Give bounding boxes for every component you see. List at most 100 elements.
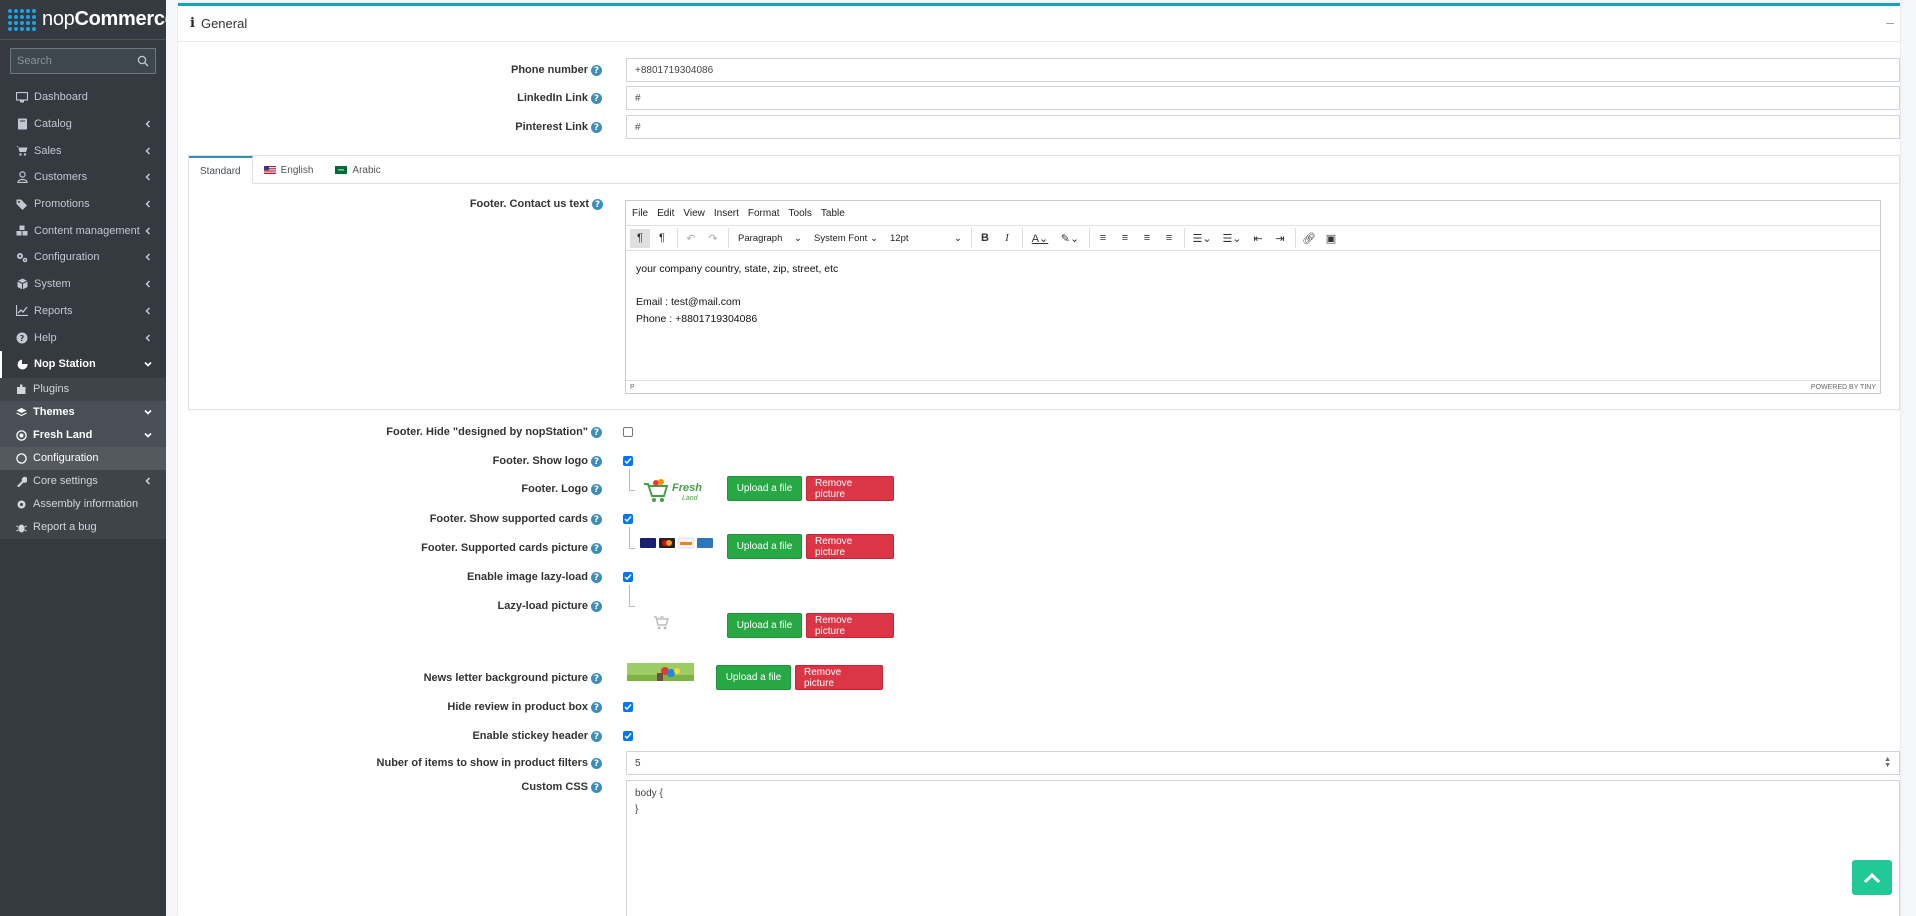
- sidebar-item-sales[interactable]: Sales: [0, 137, 166, 164]
- menu-table[interactable]: Table: [821, 208, 845, 219]
- sidebar-item-report-a-bug[interactable]: Report a bug: [0, 516, 166, 539]
- align-left-icon[interactable]: ≡: [1093, 229, 1113, 248]
- help-icon[interactable]: ?: [592, 199, 603, 211]
- help-icon[interactable]: ?: [591, 758, 602, 770]
- sidebar-item-help[interactable]: ? Help: [0, 324, 166, 351]
- powered-by-tiny[interactable]: POWERED BY TINY: [1811, 384, 1876, 391]
- lazy-load-checkbox[interactable]: [623, 572, 633, 582]
- show-logo-checkbox[interactable]: [623, 456, 633, 466]
- help-icon[interactable]: ?: [591, 122, 602, 134]
- filter-items-input[interactable]: 5 ▲ ▼: [626, 751, 1900, 775]
- hide-designed-label: Footer. Hide "designed by nopStation"?: [178, 426, 606, 439]
- bold-icon[interactable]: B: [975, 229, 995, 248]
- help-icon[interactable]: ?: [591, 456, 602, 468]
- redo-icon[interactable]: ↷: [703, 229, 723, 248]
- font-size-select[interactable]: 12pt ⌄: [884, 229, 968, 248]
- rtl-icon[interactable]: ¶: [652, 229, 672, 248]
- upload-newsletter-button[interactable]: Upload a file: [716, 665, 791, 690]
- custom-css-textarea[interactable]: body { }: [626, 780, 1900, 916]
- tab-arabic[interactable]: Arabic: [324, 156, 391, 184]
- tab-english[interactable]: English: [253, 156, 325, 184]
- number-spinner-icon[interactable]: ▲ ▼: [1884, 756, 1891, 769]
- sidebar-item-fresh-land[interactable]: Fresh Land: [0, 423, 166, 447]
- cards-picture-row: Footer. Supported cards picture?: [178, 541, 606, 555]
- upload-cards-button[interactable]: Upload a file: [727, 534, 802, 559]
- sidebar-item-core-settings[interactable]: Core settings: [0, 470, 166, 493]
- help-icon[interactable]: ?: [591, 427, 602, 439]
- help-icon[interactable]: ?: [591, 65, 602, 77]
- block-format-select[interactable]: Paragraph ⌄: [732, 229, 808, 248]
- phone-number-input[interactable]: +8801719304086: [626, 58, 1900, 82]
- ltr-icon[interactable]: ¶: [630, 228, 650, 248]
- remove-lazy-button[interactable]: Remove picture: [806, 613, 894, 638]
- indent-icon[interactable]: ⇥: [1270, 229, 1290, 248]
- outdent-icon[interactable]: ⇤: [1248, 229, 1268, 248]
- element-path[interactable]: P: [630, 384, 635, 391]
- highlight-color-icon[interactable]: ✎⌄: [1056, 229, 1084, 248]
- help-icon[interactable]: ?: [591, 484, 602, 496]
- sidebar-item-catalog[interactable]: Catalog: [0, 111, 166, 138]
- align-right-icon[interactable]: ≡: [1137, 229, 1157, 248]
- linkedin-input[interactable]: #: [626, 86, 1900, 110]
- text-color-icon[interactable]: A⌄: [1026, 229, 1054, 248]
- sidebar-item-reports[interactable]: Reports: [0, 298, 166, 325]
- help-icon[interactable]: ?: [591, 93, 602, 105]
- rich-text-editor[interactable]: File Edit View Insert Format Tools Table…: [625, 200, 1881, 394]
- editor-content[interactable]: your company country, state, zip, street…: [626, 251, 1880, 377]
- help-icon[interactable]: ?: [591, 731, 602, 743]
- help-icon[interactable]: ?: [591, 782, 602, 794]
- sidebar-item-nop-station[interactable]: Nop Station: [0, 350, 166, 378]
- remove-cards-button[interactable]: Remove picture: [806, 534, 894, 559]
- lazy-picture-label: Lazy-load picture?: [178, 600, 606, 613]
- sidebar-item-plugins[interactable]: Plugins: [0, 378, 166, 401]
- menu-tools[interactable]: Tools: [789, 208, 812, 219]
- show-cards-checkbox[interactable]: [623, 514, 633, 524]
- help-icon[interactable]: ?: [591, 572, 602, 584]
- monitor-icon: [16, 91, 28, 103]
- sidebar-item-system[interactable]: System: [0, 271, 166, 298]
- hide-review-checkbox[interactable]: [623, 702, 633, 712]
- font-family-select[interactable]: System Font ⌄: [808, 229, 884, 248]
- help-icon[interactable]: ?: [591, 601, 602, 613]
- scroll-to-top-button[interactable]: [1852, 860, 1892, 895]
- hide-designed-checkbox[interactable]: [623, 427, 633, 437]
- undo-icon[interactable]: ↶: [681, 229, 701, 248]
- menu-edit[interactable]: Edit: [657, 208, 674, 219]
- card-header[interactable]: i General –: [178, 6, 1900, 42]
- align-justify-icon[interactable]: ≡: [1159, 229, 1179, 248]
- sidebar-item-configuration[interactable]: Configuration: [0, 244, 166, 271]
- collapse-icon[interactable]: –: [1886, 14, 1894, 30]
- image-icon[interactable]: ▣: [1321, 229, 1341, 248]
- menu-insert[interactable]: Insert: [714, 208, 739, 219]
- menu-file[interactable]: File: [632, 208, 648, 219]
- menu-format[interactable]: Format: [748, 208, 780, 219]
- sidebar-item-customers[interactable]: Customers: [0, 164, 166, 191]
- brand-logo[interactable]: nopCommerce: [0, 0, 176, 40]
- sidebar-item-fresh-land-configuration[interactable]: Configuration: [0, 446, 166, 470]
- sidebar-item-assembly-information[interactable]: Assembly information: [0, 493, 166, 516]
- help-icon[interactable]: ?: [591, 673, 602, 685]
- upload-logo-button[interactable]: Upload a file: [727, 476, 802, 501]
- numbered-list-icon[interactable]: ☰⌄: [1218, 229, 1246, 248]
- align-center-icon[interactable]: ≡: [1115, 229, 1135, 248]
- sidebar-search-input[interactable]: Search: [10, 48, 156, 74]
- sidebar-item-themes[interactable]: Themes: [0, 400, 166, 424]
- tab-standard[interactable]: Standard: [189, 156, 253, 184]
- menu-view[interactable]: View: [683, 208, 705, 219]
- help-icon[interactable]: ?: [591, 543, 602, 555]
- italic-icon[interactable]: I: [997, 229, 1017, 248]
- sidebar-item-content-management[interactable]: Content management: [0, 217, 166, 244]
- bullet-list-icon[interactable]: ☰⌄: [1188, 229, 1216, 248]
- help-icon[interactable]: ?: [591, 514, 602, 526]
- pinterest-input[interactable]: #: [626, 115, 1900, 139]
- help-icon[interactable]: ?: [591, 702, 602, 714]
- sticky-header-checkbox[interactable]: [623, 731, 633, 741]
- sidebar-item-promotions[interactable]: Promotions: [0, 191, 166, 218]
- search-icon[interactable]: [137, 55, 149, 67]
- cards-picture-label: Footer. Supported cards picture?: [178, 542, 606, 555]
- remove-newsletter-button[interactable]: Remove picture: [795, 665, 883, 690]
- sidebar-item-dashboard[interactable]: Dashboard: [0, 84, 166, 111]
- link-icon[interactable]: 🔗︎: [1299, 229, 1319, 248]
- upload-lazy-button[interactable]: Upload a file: [727, 613, 802, 638]
- remove-logo-button[interactable]: Remove picture: [806, 476, 894, 501]
